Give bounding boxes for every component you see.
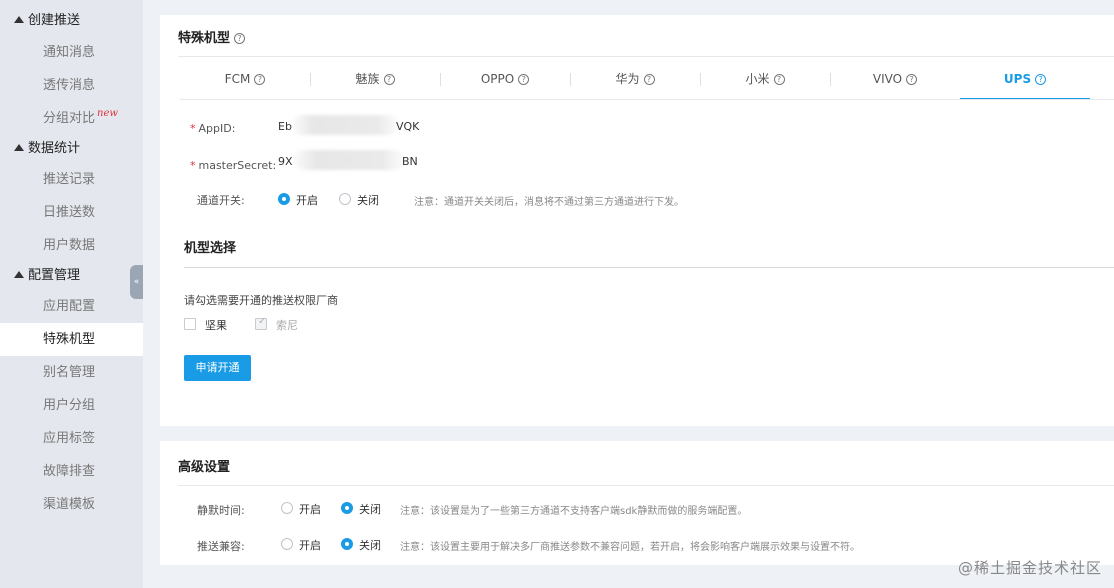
advanced-settings-panel: 高级设置 静默时间: 开启 关闭 注意：该设置是为了一些第三方通道不支持客户端s… [160,441,1114,565]
sidebar-item-passthrough[interactable]: 透传消息 [0,69,143,102]
check-icon: ✓ [258,316,267,327]
tab-xiaomi[interactable]: 小米? [700,70,830,100]
compat-off-text[interactable]: 关闭 [359,537,381,553]
silent-on-text[interactable]: 开启 [299,501,321,517]
secret-prefix: 9X [278,155,293,168]
help-icon: ? [254,74,266,85]
silent-time-label: 静默时间: [197,504,245,517]
help-icon: ? [906,74,918,85]
channel-off-radio[interactable] [339,193,351,205]
special-models-panel: 特殊机型? FCM? 魅族? OPPO? 华为? 小米? VIVO? UPS? … [160,15,1114,426]
sidebar-group-create-push[interactable]: 创建推送 [0,8,143,34]
sidebar-item-special-models[interactable]: 特殊机型 [0,323,143,356]
required-mark: * [190,159,196,172]
divider [178,56,1114,57]
compat-note: 注意：该设置主要用于解决多厂商推送参数不兼容问题，若开启，将会影响客户端展示效果… [400,542,860,553]
watermark: @稀土掘金技术社区 [957,559,1102,577]
panel-title: 特殊机型? [178,27,246,46]
tab-oppo[interactable]: OPPO? [440,70,570,100]
tab-fcm[interactable]: FCM? [180,70,310,100]
checkbox-sony: ✓ [255,316,267,330]
tab-vivo[interactable]: VIVO? [830,70,960,100]
channel-note: 注意：通道开关关闭后，消息将不通过第三方通道进行下发。 [414,197,684,208]
push-compat-label: 推送兼容: [197,540,245,553]
sidebar-item-app-tags[interactable]: 应用标签 [0,422,143,455]
compat-off-radio[interactable] [341,538,353,550]
tab-meizu[interactable]: 魅族? [310,70,440,100]
advanced-title: 高级设置 [178,460,231,475]
sidebar-item-user-data[interactable]: 用户数据 [0,229,143,262]
channel-on-text[interactable]: 开启 [296,192,318,208]
collapse-arrow-icon [14,144,24,151]
checkbox-jianguo[interactable] [184,318,196,330]
checkbox-jianguo-label[interactable]: 坚果 [205,317,227,333]
secret-redaction [294,150,404,170]
silent-off-text[interactable]: 关闭 [359,501,381,517]
secret-label: * masterSecret: [190,159,277,172]
sidebar-item-alias[interactable]: 别名管理 [0,356,143,389]
sidebar-item-daily-push[interactable]: 日推送数 [0,196,143,229]
help-icon[interactable]: ? [234,33,246,44]
sidebar-item-push-records[interactable]: 推送记录 [0,163,143,196]
sidebar-item-troubleshoot[interactable]: 故障排查 [0,455,143,488]
tab-huawei[interactable]: 华为? [570,70,700,100]
collapse-arrow-icon [14,16,24,23]
collapse-arrow-icon [14,271,24,278]
sidebar-item-app-config[interactable]: 应用配置 [0,290,143,323]
model-hint: 请勾选需要开通的推送权限厂商 [184,294,338,307]
help-icon: ? [773,74,785,85]
sidebar-group-stats[interactable]: 数据统计 [0,136,143,162]
sidebar-item-user-groups[interactable]: 用户分组 [0,389,143,422]
apply-button[interactable]: 申请开通 [184,355,251,381]
vendor-tabs: FCM? 魅族? OPPO? 华为? 小米? VIVO? UPS? [180,70,1092,100]
tab-ups[interactable]: UPS? [960,70,1090,100]
channel-off-text[interactable]: 关闭 [357,192,379,208]
silent-off-radio[interactable] [341,502,353,514]
checkbox-sony-label: 索尼 [276,319,298,332]
tabs-divider [180,99,1114,100]
compat-on-radio[interactable] [281,538,293,550]
model-divider [184,267,1114,268]
help-icon: ? [643,74,655,85]
channel-on-radio[interactable] [278,193,290,205]
appid-suffix: VQK [396,120,420,133]
model-selection-title: 机型选择 [184,241,237,256]
help-icon: ? [1035,74,1047,85]
divider [178,485,1114,486]
required-mark: * [190,122,196,135]
sidebar-collapse-handle[interactable]: « [130,265,143,299]
sidebar-item-notification[interactable]: 通知消息 [0,36,143,69]
appid-redaction [292,115,398,135]
help-icon: ? [518,74,530,85]
new-badge: new [97,108,118,119]
help-icon: ? [383,74,395,85]
silent-on-radio[interactable] [281,502,293,514]
sidebar-item-group-compare[interactable]: 分组对比 new [0,102,143,135]
channel-switch-label: 通道开关: [197,194,245,207]
appid-prefix: Eb [278,120,292,133]
compat-on-text[interactable]: 开启 [299,537,321,553]
secret-suffix: BN [402,155,418,168]
sidebar: 创建推送 通知消息 透传消息 分组对比 new 数据统计 推送记录 日推送数 用户… [0,0,143,588]
sidebar-group-config[interactable]: 配置管理 [0,263,143,289]
appid-label: * AppID: [190,122,236,135]
silent-note: 注意：该设置是为了一些第三方通道不支持客户端sdk静默而做的服务端配置。 [400,506,748,517]
sidebar-item-channel-template[interactable]: 渠道模板 [0,488,143,521]
